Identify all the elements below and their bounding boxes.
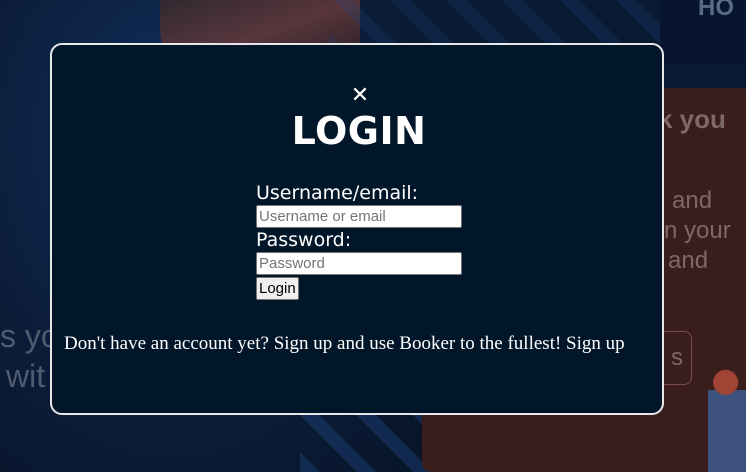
hero-text: wit	[6, 358, 46, 394]
login-form: Username/email: Password: Login	[256, 181, 462, 300]
modal-title: LOGIN	[291, 109, 427, 153]
promo-card-text: and	[672, 187, 713, 214]
close-icon[interactable]: ✕	[350, 85, 370, 107]
username-label: Username/email:	[256, 182, 419, 204]
login-button[interactable]: Login	[256, 277, 299, 300]
signup-prompt: Don't have an account yet? Sign up and u…	[64, 333, 625, 355]
promo-card-text: n your	[664, 217, 731, 244]
username-input[interactable]	[256, 205, 462, 228]
password-input[interactable]	[256, 252, 462, 275]
reader-illustration	[708, 360, 746, 472]
promo-card-title: k you	[658, 104, 726, 134]
signup-text: Don't have an account yet? Sign up and u…	[64, 333, 562, 354]
login-modal: ✕ LOGIN Username/email: Password: Login …	[50, 43, 664, 415]
promo-card-text: and	[668, 247, 709, 274]
promo-card-button-label: s	[671, 344, 683, 371]
header-nav-item: HO	[698, 0, 734, 21]
password-label: Password:	[256, 229, 352, 251]
signup-link[interactable]: Sign up	[566, 333, 625, 354]
